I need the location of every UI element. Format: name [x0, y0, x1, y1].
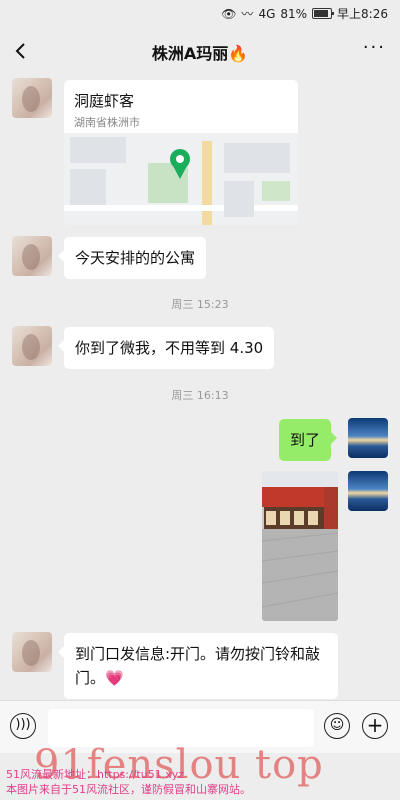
watermark-line-1: 51风流最新地址：https://tu51.xyz	[6, 768, 184, 781]
signal-indicator: 4G	[258, 6, 276, 21]
message-bubble-received[interactable]: 今天安排的的公寓	[57, 237, 207, 279]
my-avatar[interactable]	[348, 471, 388, 511]
map-preview	[64, 133, 298, 225]
watermark-line-2: 本图片来自于51风流社区，谨防假冒和山寨网站。	[6, 783, 251, 796]
status-bar: 👁 〰 4G 81% 早上8:26	[0, 0, 400, 26]
message-timestamp: 周三 16:13	[171, 389, 229, 402]
status-icons: 👁 〰 4G 81% 早上8:26	[221, 5, 388, 22]
location-name: 洞庭虾客	[74, 92, 135, 110]
message-bubble-received[interactable]: 到门口发信息:开门。请勿按门铃和敲门。💗	[58, 633, 338, 699]
chat-title: 株洲A玛丽🔥	[151, 44, 249, 63]
watermark: 91fenslou top 51风流最新地址：https://tu51.xyz …	[0, 742, 400, 800]
location-address: 湖南省株洲市	[74, 116, 140, 129]
plus-icon[interactable]: +	[362, 713, 388, 739]
storefront-photo	[262, 471, 338, 621]
message-timestamp: 周三 15:23	[171, 298, 229, 311]
voice-icon[interactable]: )))	[10, 713, 36, 739]
eye-icon: 👁	[221, 6, 237, 21]
message-bubble-sent[interactable]: 到了	[279, 419, 338, 461]
contact-avatar[interactable]	[12, 78, 52, 118]
contact-avatar[interactable]	[12, 326, 52, 366]
contact-avatar[interactable]	[12, 236, 52, 276]
battery-percent: 81%	[280, 6, 308, 21]
wifi-icon: 〰	[241, 7, 254, 21]
clock: 早上8:26	[337, 7, 388, 21]
sent-photo-message[interactable]	[262, 471, 338, 621]
my-avatar[interactable]	[348, 418, 388, 458]
location-message-card[interactable]: 洞庭虾客 湖南省株洲市	[64, 80, 298, 225]
battery-icon	[312, 8, 335, 19]
more-dots-icon[interactable]: ···	[363, 37, 386, 58]
message-bubble-received[interactable]: 你到了微我，不用等到 4.30	[57, 327, 275, 369]
contact-avatar[interactable]	[12, 632, 52, 672]
emoji-icon[interactable]: ☺	[324, 713, 350, 739]
chat-header: 株洲A玛丽🔥 ···	[0, 26, 400, 76]
